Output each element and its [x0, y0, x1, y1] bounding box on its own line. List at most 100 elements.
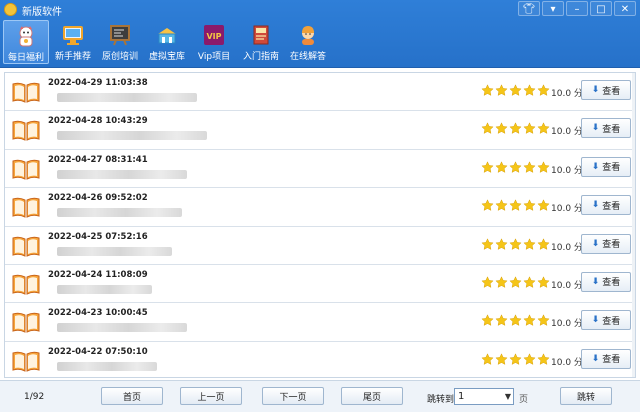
view-button-label: 查看: [602, 355, 621, 366]
view-button[interactable]: ⬇ 查看: [581, 271, 631, 292]
star-icon: [495, 161, 508, 177]
rating-score: 10.0 分: [551, 280, 583, 291]
rating-score: 10.0 分: [551, 204, 583, 215]
star-icon: [509, 84, 522, 100]
rating-stars: [481, 161, 550, 177]
download-arrow-icon: ⬇: [591, 353, 600, 364]
download-arrow-icon: ⬇: [591, 315, 600, 326]
prev-page-button[interactable]: 上一页: [180, 387, 242, 405]
minimize-icon[interactable]: –: [566, 1, 588, 16]
view-button[interactable]: ⬇ 查看: [581, 80, 631, 100]
first-page-button[interactable]: 首页: [101, 387, 163, 405]
star-icon: [523, 161, 536, 177]
book-icon: [11, 235, 41, 260]
view-button-label: 查看: [602, 240, 621, 251]
nav-item-support[interactable]: 在线解答: [285, 20, 331, 64]
nav-label: Vip项目: [197, 52, 231, 62]
star-icon: [523, 199, 536, 215]
svg-text:VIP: VIP: [206, 32, 221, 41]
blurred-title: [57, 169, 187, 179]
star-icon: [537, 122, 550, 138]
download-arrow-icon: ⬇: [591, 123, 600, 134]
rating-stars: [481, 314, 550, 330]
blurred-title: [57, 284, 152, 294]
nav-item-vip[interactable]: VIP Vip项目: [191, 20, 237, 64]
list-item: 2022-04-26 09:52:02 10.0 分 ⬇ 查看: [5, 188, 635, 227]
star-icon: [537, 199, 550, 215]
lucky-cat-icon: [14, 24, 38, 48]
rating-stars: [481, 122, 550, 138]
list-item: 2022-04-28 10:43:29 10.0 分 ⬇ 查看: [5, 111, 635, 150]
blurred-title: [57, 93, 197, 102]
book-icon: [11, 81, 41, 106]
item-timestamp: 2022-04-27 08:31:41: [48, 154, 148, 165]
last-page-button[interactable]: 尾页: [341, 387, 403, 405]
list-item: 2022-04-22 07:50:10 10.0 分 ⬇ 查看: [5, 341, 635, 377]
rating-score: 10.0 分: [551, 319, 583, 330]
download-arrow-icon: ⬇: [591, 200, 600, 211]
star-icon: [509, 276, 522, 292]
book-icon: [11, 311, 41, 336]
rating-score: 10.0 分: [551, 165, 583, 176]
item-timestamp: 2022-04-22 07:50:10: [48, 346, 148, 357]
title-toolbar: 新版软件 👕︎ ▾ – □ ✕ 每日福利 新手推荐 原创培训 虚拟宝库 VIP …: [0, 0, 640, 68]
view-button[interactable]: ⬇ 查看: [581, 195, 631, 216]
nav-item-guide[interactable]: 入门指南: [238, 20, 284, 64]
rating-stars: [481, 353, 550, 369]
download-arrow-icon: ⬇: [591, 276, 600, 287]
star-icon: [495, 237, 508, 254]
treasure-icon: [155, 23, 179, 47]
star-icon: [481, 237, 494, 254]
nav-label: 每日福利: [7, 53, 44, 63]
close-icon[interactable]: ✕: [614, 1, 636, 16]
blurred-title: [57, 208, 182, 218]
nav-item-beginner[interactable]: 新手推荐: [50, 20, 96, 64]
nav-item-daily-welfare[interactable]: 每日福利: [3, 20, 49, 64]
blurred-title: [57, 131, 207, 141]
next-page-button[interactable]: 下一页: [262, 387, 324, 405]
star-icon: [523, 237, 536, 254]
star-icon: [523, 122, 536, 138]
item-timestamp: 2022-04-24 11:08:09: [48, 269, 148, 280]
rating-score: 10.0 分: [551, 357, 583, 368]
nav-item-training[interactable]: 原创培训: [97, 20, 143, 64]
jump-page-select[interactable]: 1 ▼: [454, 388, 514, 405]
blurred-title: [57, 361, 157, 371]
view-button[interactable]: ⬇ 查看: [581, 118, 631, 139]
nav-item-treasure[interactable]: 虚拟宝库: [144, 20, 190, 64]
star-icon: [509, 353, 522, 369]
star-icon: [495, 84, 508, 100]
download-arrow-icon: ⬇: [591, 161, 600, 172]
window-controls: 👕︎ ▾ – □ ✕: [518, 1, 636, 16]
view-button[interactable]: ⬇ 查看: [581, 156, 631, 177]
star-icon: [495, 353, 508, 369]
view-button[interactable]: ⬇ 查看: [581, 233, 631, 254]
book-icon: [11, 119, 41, 144]
pagination-bar: 1/92 首页 上一页 下一页 尾页 跳转到 1 ▼ 页 跳转: [0, 380, 640, 412]
nav-label: 新手推荐: [54, 52, 91, 62]
star-icon: [537, 314, 550, 330]
star-icon: [495, 199, 508, 215]
main-nav: 每日福利 新手推荐 原创培训 虚拟宝库 VIP Vip项目 入门指南 在线解答: [3, 20, 331, 64]
view-button-label: 查看: [602, 86, 621, 97]
jump-page-value: 1: [458, 391, 465, 402]
star-icon: [523, 314, 536, 330]
list-scrollbar[interactable]: [632, 73, 635, 377]
star-icon: [509, 122, 522, 138]
list-item: 2022-04-25 07:52:16 10.0 分 ⬇ 查看: [5, 226, 635, 265]
menu-icon[interactable]: ▾: [542, 1, 564, 16]
nav-label: 虚拟宝库: [148, 52, 185, 62]
star-icon: [509, 161, 522, 177]
star-icon: [481, 314, 494, 330]
skin-icon[interactable]: 👕︎: [518, 1, 540, 16]
jump-button[interactable]: 跳转: [560, 387, 612, 405]
view-button[interactable]: ⬇ 查看: [581, 310, 631, 331]
maximize-icon[interactable]: □: [590, 1, 612, 16]
star-icon: [523, 276, 536, 292]
chevron-down-icon: ▼: [504, 392, 511, 401]
book-icon: [11, 158, 41, 183]
vip-icon: VIP: [202, 23, 226, 47]
page-count: 1/92: [24, 392, 45, 402]
view-button[interactable]: ⬇ 查看: [581, 348, 631, 369]
item-timestamp: 2022-04-28 10:43:29: [48, 116, 148, 127]
